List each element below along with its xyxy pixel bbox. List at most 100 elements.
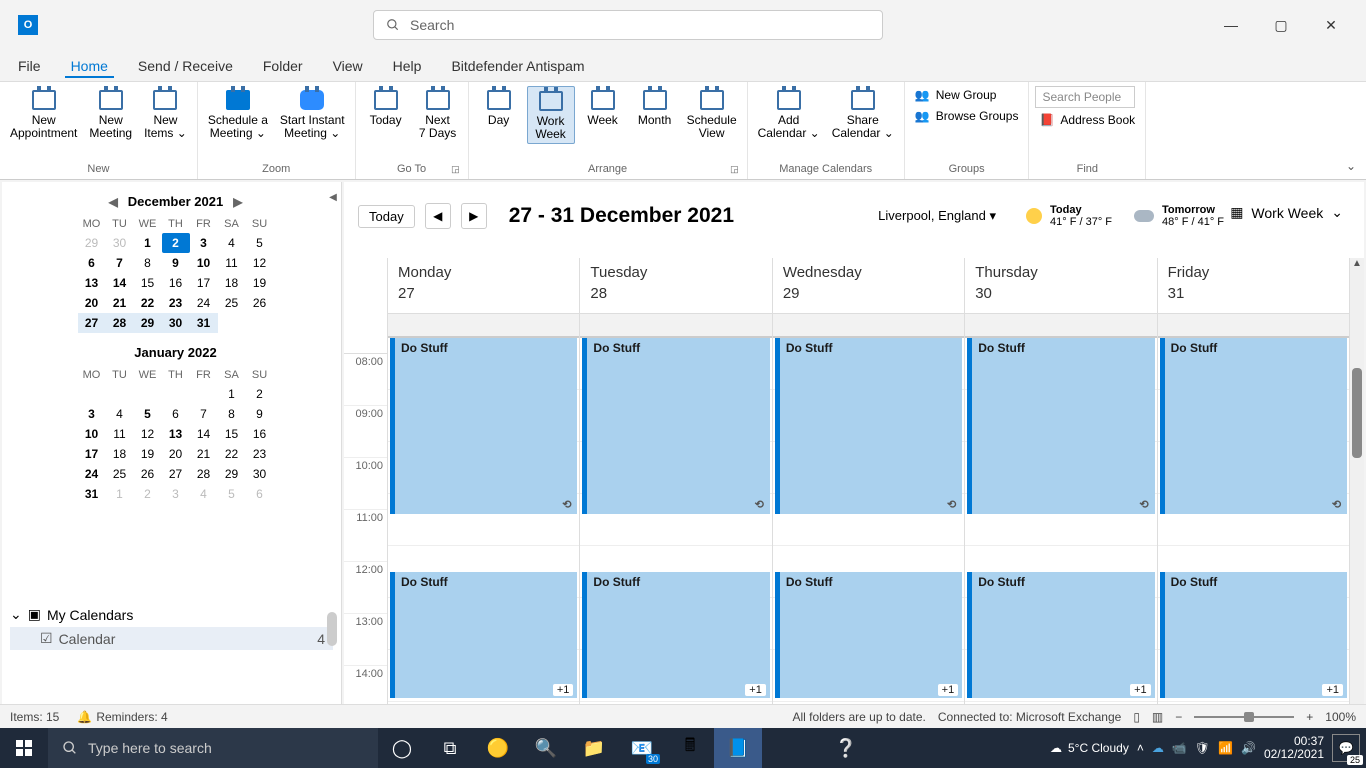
mini-cal-day[interactable]: 17 [78, 444, 106, 464]
day-column[interactable]: Monday27Do Stuff⟲Do Stuff+1 [388, 258, 580, 744]
menu-send-receive[interactable]: Send / Receive [132, 54, 239, 78]
mini-cal-day[interactable]: 30 [106, 233, 134, 253]
mini-cal-day[interactable]: 26 [134, 464, 162, 484]
mini-cal-day[interactable]: 1 [134, 233, 162, 253]
ribbon-new-appointment[interactable]: NewAppointment [6, 86, 81, 142]
dialog-launcher-icon[interactable]: ◲ [730, 164, 739, 175]
scroll-thumb[interactable] [1352, 368, 1362, 458]
menu-help[interactable]: Help [387, 54, 428, 78]
vertical-scrollbar[interactable]: ▲ ▼ [1350, 258, 1364, 744]
tray-chevron-icon[interactable]: ˄ [1137, 741, 1144, 755]
allday-row[interactable] [388, 314, 579, 338]
mini-cal-day[interactable] [218, 313, 246, 333]
mini-cal-day[interactable]: 18 [218, 273, 246, 293]
mini-cal-day[interactable]: 13 [162, 424, 190, 444]
mini-cal-day[interactable]: 20 [162, 444, 190, 464]
mini-cal-day[interactable]: 22 [134, 293, 162, 313]
mini-cal-day[interactable]: 28 [106, 313, 134, 333]
mini-cal-day[interactable] [134, 384, 162, 404]
ribbon-start-instant-meeting-[interactable]: Start InstantMeeting ⌄ [276, 86, 349, 142]
mini-cal-day[interactable]: 29 [78, 233, 106, 253]
mini-cal-day[interactable]: 30 [246, 464, 274, 484]
mini-cal-day[interactable]: 4 [106, 404, 134, 424]
mini-cal-day[interactable]: 5 [246, 233, 274, 253]
ribbon-browse-groups[interactable]: 👥Browse Groups [911, 107, 1023, 125]
mini-cal-day[interactable]: 31 [190, 313, 218, 333]
calendar-event[interactable]: Do Stuff+1 [1160, 572, 1347, 698]
ribbon-collapse-chevron-icon[interactable]: ⌄ [1346, 159, 1356, 173]
mini-cal-day[interactable]: 17 [190, 273, 218, 293]
mini-cal-day[interactable]: 27 [162, 464, 190, 484]
mini-cal-day[interactable]: 19 [134, 444, 162, 464]
mini-cal-day[interactable]: 9 [162, 253, 190, 273]
more-events-badge[interactable]: +1 [553, 684, 574, 696]
volume-icon[interactable]: 🔊 [1241, 741, 1256, 755]
mini-cal-day[interactable]: 3 [162, 484, 190, 504]
start-button[interactable] [0, 728, 48, 768]
wifi-icon[interactable]: 📶 [1218, 741, 1233, 755]
mini-cal-day[interactable]: 20 [78, 293, 106, 313]
mail-taskbar-icon[interactable]: 📧30 [618, 728, 666, 768]
panel-splitter[interactable] [327, 612, 337, 646]
maximize-button[interactable]: ▢ [1271, 17, 1291, 34]
view-normal-icon[interactable]: ▯ [1133, 710, 1140, 724]
mini-cal-day[interactable]: 23 [246, 444, 274, 464]
mini-cal-day[interactable]: 11 [106, 424, 134, 444]
taskbar-weather[interactable]: ☁ 5°C Cloudy [1050, 741, 1129, 755]
mini-cal-day[interactable]: 27 [78, 313, 106, 333]
allday-row[interactable] [965, 314, 1156, 338]
next-month-icon[interactable]: ▶ [233, 195, 242, 209]
close-button[interactable]: ✕ [1321, 17, 1341, 34]
more-events-badge[interactable]: +1 [1130, 684, 1151, 696]
mini-cal-day[interactable]: 30 [162, 313, 190, 333]
more-events-badge[interactable]: +1 [938, 684, 959, 696]
ribbon-today[interactable]: Today [362, 86, 410, 129]
task-view-icon[interactable]: ⧉ [426, 728, 474, 768]
mini-cal-day[interactable]: 28 [190, 464, 218, 484]
mini-cal-day[interactable]: 29 [134, 313, 162, 333]
mini-cal-day[interactable] [78, 384, 106, 404]
mini-cal-day[interactable]: 12 [134, 424, 162, 444]
mini-cal-day[interactable] [246, 313, 274, 333]
my-calendars-header[interactable]: ⌄ ▣ My Calendars [10, 602, 333, 627]
mini-cal-day[interactable]: 6 [78, 253, 106, 273]
search-people-input[interactable]: Search People [1035, 86, 1135, 108]
calendar-event[interactable]: Do Stuff⟲ [390, 338, 577, 514]
allday-row[interactable] [580, 314, 771, 338]
day-column[interactable]: Tuesday28Do Stuff⟲Do Stuff+1 [580, 258, 772, 744]
ribbon-week[interactable]: Week [579, 86, 627, 129]
taskbar-search[interactable]: Type here to search [48, 728, 378, 768]
mini-cal-day[interactable] [190, 384, 218, 404]
prev-month-icon[interactable]: ◀ [109, 195, 118, 209]
calendar-event[interactable]: Do Stuff+1 [775, 572, 962, 698]
action-center-icon[interactable]: 💬25 [1332, 734, 1360, 762]
menu-file[interactable]: File [12, 54, 47, 78]
prev-week-button[interactable]: ◀ [425, 203, 451, 229]
mini-cal-day[interactable]: 19 [246, 273, 274, 293]
allday-row[interactable] [773, 314, 964, 338]
day-column[interactable]: Friday31Do Stuff⟲Do Stuff+1 [1158, 258, 1350, 744]
cortana-icon[interactable]: ◯ [378, 728, 426, 768]
more-events-badge[interactable]: +1 [745, 684, 766, 696]
zoom-slider[interactable] [1194, 716, 1294, 718]
calendar-event[interactable]: Do Stuff⟲ [967, 338, 1154, 514]
mini-cal-day[interactable]: 26 [246, 293, 274, 313]
zoom-in-icon[interactable]: + [1306, 710, 1313, 724]
mini-cal-day[interactable]: 25 [218, 293, 246, 313]
calendar-event[interactable]: Do Stuff+1 [582, 572, 769, 698]
zoom-out-icon[interactable]: − [1175, 710, 1182, 724]
mini-cal-day[interactable]: 3 [78, 404, 106, 424]
calendar-event[interactable]: Do Stuff⟲ [582, 338, 769, 514]
view-picker[interactable]: ▦ Work Week ⌄ [1223, 200, 1350, 225]
mini-cal-day[interactable]: 25 [106, 464, 134, 484]
mini-cal-day[interactable]: 2 [134, 484, 162, 504]
checkbox-icon[interactable]: ☑ [40, 630, 53, 647]
address-book-button[interactable]: 📕Address Book [1035, 111, 1139, 129]
mini-cal-day[interactable]: 13 [78, 273, 106, 293]
meet-now-icon[interactable]: 📹 [1172, 741, 1187, 755]
mini-cal-day[interactable]: 21 [190, 444, 218, 464]
mini-cal-day[interactable]: 6 [246, 484, 274, 504]
ribbon-month[interactable]: Month [631, 86, 679, 129]
checkbox-icon[interactable]: ▣ [28, 606, 41, 623]
mini-cal-day[interactable]: 9 [246, 404, 274, 424]
